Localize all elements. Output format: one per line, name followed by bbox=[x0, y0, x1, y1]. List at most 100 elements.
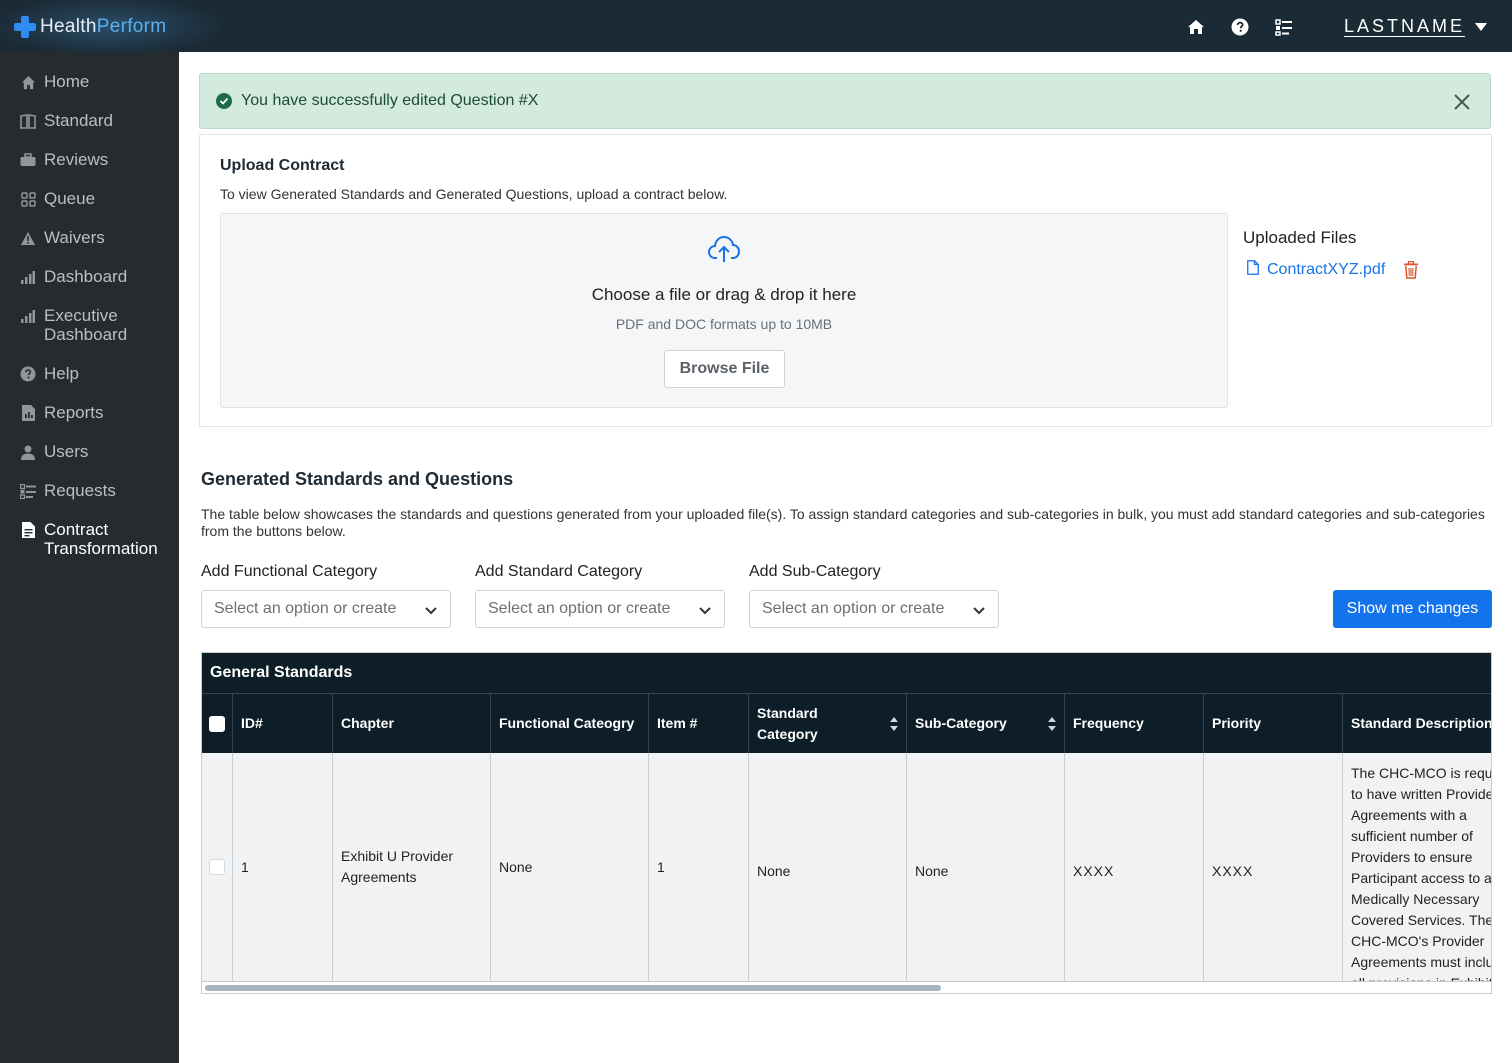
sidebar-item-label: Users bbox=[44, 442, 89, 461]
alert-message: You have successfully edited Question #X bbox=[241, 92, 539, 109]
column-header-id[interactable]: ID# bbox=[233, 694, 333, 753]
sub-category-select[interactable]: Select an option or create bbox=[749, 590, 999, 628]
sidebar-item-label: Help bbox=[44, 364, 79, 383]
show-changes-button[interactable]: Show me changes bbox=[1333, 590, 1492, 628]
sidebar-item-label: Queue bbox=[44, 189, 96, 208]
select-placeholder: Select an option or create bbox=[214, 600, 397, 617]
grid-icon bbox=[20, 191, 36, 207]
brand-name: HealthPerform bbox=[40, 16, 166, 38]
column-header-standard-category[interactable]: Standard Category bbox=[749, 694, 907, 753]
column-header-functional-category[interactable]: Functional Cateogry bbox=[491, 694, 649, 753]
sidebar-item-label: Reviews bbox=[44, 150, 109, 169]
cell-standard-category: None bbox=[749, 753, 907, 981]
upload-contract-card: Upload Contract To view Generated Standa… bbox=[199, 134, 1492, 427]
column-header-item[interactable]: Item # bbox=[649, 694, 749, 753]
close-icon[interactable] bbox=[1452, 92, 1472, 112]
bar-chart-icon bbox=[20, 269, 36, 285]
upload-subtitle: To view Generated Standards and Generate… bbox=[220, 186, 728, 202]
sort-icon[interactable] bbox=[1048, 716, 1056, 731]
trash-icon[interactable] bbox=[1403, 260, 1419, 279]
top-navbar: HealthPerform LASTNAME bbox=[0, 0, 1512, 56]
file-dropzone[interactable]: Choose a file or drag & drop it here PDF… bbox=[220, 213, 1228, 408]
sidebar-item-contract-transformation[interactable]: Contract Transformation bbox=[0, 520, 179, 558]
bar-chart-icon bbox=[20, 308, 36, 324]
table-row[interactable]: 1 Exhibit U Provider Agreements None 1 N… bbox=[202, 753, 1491, 981]
sidebar-item-home[interactable]: Home bbox=[0, 72, 179, 91]
home-icon[interactable] bbox=[1186, 17, 1206, 37]
sidebar-item-waivers[interactable]: Waivers bbox=[0, 228, 179, 247]
horizontal-scrollbar[interactable] bbox=[202, 981, 1491, 993]
user-menu[interactable]: LASTNAME bbox=[1344, 16, 1488, 37]
sidebar-item-help[interactable]: Help bbox=[0, 364, 179, 383]
cell-sub-category: None bbox=[907, 753, 1065, 981]
standard-category-select[interactable]: Select an option or create bbox=[475, 590, 725, 628]
cell-frequency: XXXX bbox=[1065, 753, 1204, 981]
home-icon bbox=[20, 74, 36, 90]
sub-category-label: Add Sub-Category bbox=[749, 563, 881, 580]
chevron-down-icon bbox=[698, 603, 712, 617]
functional-category-label: Add Functional Category bbox=[201, 563, 378, 580]
medical-cross-icon bbox=[14, 16, 36, 38]
chevron-down-icon bbox=[424, 603, 438, 617]
cell-functional-category: None bbox=[491, 753, 649, 981]
sidebar-item-reviews[interactable]: Reviews bbox=[0, 150, 179, 169]
brand-name-part2: Perform bbox=[96, 16, 167, 37]
scrollbar-thumb[interactable] bbox=[205, 985, 941, 991]
cell-id: 1 bbox=[233, 753, 333, 981]
success-alert: You have successfully edited Question #X bbox=[199, 73, 1491, 129]
sidebar-item-label: Home bbox=[44, 72, 90, 91]
sidebar-item-label: Waivers bbox=[44, 228, 105, 247]
brand-logo[interactable]: HealthPerform bbox=[0, 0, 224, 56]
sidebar-item-queue[interactable]: Queue bbox=[0, 189, 179, 208]
sidebar-item-label: Reports bbox=[44, 403, 104, 422]
dropzone-instruction: Choose a file or drag & drop it here bbox=[591, 285, 857, 304]
chevron-down-icon bbox=[1475, 22, 1488, 31]
cloud-upload-icon bbox=[707, 232, 741, 266]
column-header-sub-category[interactable]: Sub-Category bbox=[907, 694, 1065, 753]
sidebar-item-standard[interactable]: Standard bbox=[0, 111, 179, 130]
select-placeholder: Select an option or create bbox=[488, 600, 671, 617]
document-icon bbox=[20, 522, 36, 538]
section-title: Generated Standards and Questions bbox=[201, 469, 514, 489]
column-header-label: Standard Category bbox=[757, 704, 818, 742]
section-description: The table below showcases the standards … bbox=[201, 506, 1485, 539]
sidebar-item-requests[interactable]: Requests bbox=[0, 481, 179, 500]
sidebar-item-users[interactable]: Users bbox=[0, 442, 179, 461]
select-all-cell bbox=[202, 694, 233, 753]
column-header-priority[interactable]: Priority bbox=[1204, 694, 1343, 753]
column-header-label: Sub-Category bbox=[915, 715, 1007, 731]
cell-chapter: Exhibit U Provider Agreements bbox=[333, 753, 491, 981]
row-checkbox[interactable] bbox=[209, 859, 225, 875]
browse-file-button[interactable]: Browse File bbox=[664, 350, 785, 388]
file-icon bbox=[1247, 260, 1259, 280]
column-header-standard-description[interactable]: Standard Description bbox=[1343, 694, 1491, 753]
sidebar-item-executive-dashboard[interactable]: Executive Dashboard bbox=[0, 306, 179, 344]
user-name: LASTNAME bbox=[1344, 16, 1466, 36]
row-select-cell bbox=[202, 753, 233, 981]
column-header-chapter[interactable]: Chapter bbox=[333, 694, 491, 753]
sidebar-item-label: Requests bbox=[44, 481, 116, 500]
cell-standard-description: The CHC-MCO is required to have written … bbox=[1343, 753, 1491, 981]
sidebar-item-label: Dashboard bbox=[44, 267, 128, 286]
functional-category-select[interactable]: Select an option or create bbox=[201, 590, 451, 628]
help-icon bbox=[20, 366, 36, 382]
help-icon[interactable] bbox=[1230, 17, 1250, 37]
sidebar-item-reports[interactable]: Reports bbox=[0, 403, 179, 422]
column-header-frequency[interactable]: Frequency bbox=[1065, 694, 1204, 753]
book-icon bbox=[20, 113, 36, 129]
file-link[interactable]: ContractXYZ.pdf bbox=[1267, 261, 1385, 279]
sidebar-item-label: Contract Transformation bbox=[44, 520, 158, 558]
sidebar: Home Standard Reviews Queue Waivers Dash… bbox=[0, 52, 179, 1063]
briefcase-icon bbox=[20, 152, 36, 168]
sort-icon[interactable] bbox=[890, 716, 898, 731]
brand-name-part1: Health bbox=[40, 16, 97, 37]
user-icon bbox=[20, 444, 36, 460]
sidebar-item-label: Executive Dashboard bbox=[44, 306, 128, 344]
standard-category-label: Add Standard Category bbox=[475, 563, 643, 580]
dropzone-format-hint: PDF and DOC formats up to 10MB bbox=[615, 316, 833, 332]
select-all-checkbox[interactable] bbox=[209, 715, 225, 732]
tasks-icon[interactable] bbox=[1274, 17, 1294, 37]
sidebar-item-dashboard[interactable]: Dashboard bbox=[0, 267, 179, 286]
list-icon bbox=[20, 483, 36, 499]
select-placeholder: Select an option or create bbox=[762, 600, 945, 617]
